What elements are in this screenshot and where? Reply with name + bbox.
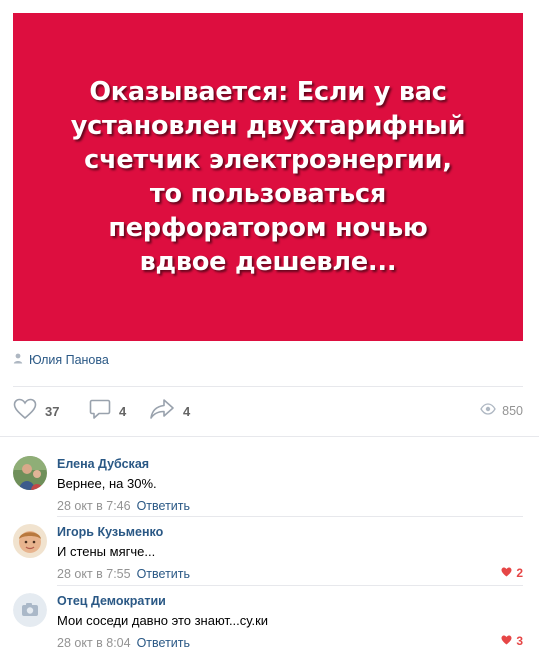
reply-button[interactable]: Ответить — [137, 636, 190, 650]
divider — [57, 585, 523, 586]
post-image-text: Оказывается: Если у вас установлен двухт… — [70, 77, 466, 277]
avatar[interactable] — [13, 593, 47, 627]
divider — [0, 436, 539, 437]
comment-text: Вернее, на 30%. — [57, 476, 157, 491]
share-count: 4 — [183, 403, 191, 419]
comment-item: Елена Дубская Вернее, на 30%. 28 окт в 7… — [13, 456, 523, 514]
eye-icon — [480, 402, 496, 420]
comment-item: Игорь Кузьменко И стены мягче... 28 окт … — [13, 524, 523, 582]
comment-date[interactable]: 28 окт в 7:55 — [57, 567, 131, 581]
comment-author[interactable]: Елена Дубская — [57, 456, 523, 472]
comment-like-button[interactable]: 3 — [501, 632, 523, 650]
heart-outline-icon — [13, 398, 37, 425]
comment-bubble-icon — [89, 398, 111, 425]
avatar[interactable] — [13, 456, 47, 490]
comment-like-count: 3 — [516, 634, 523, 648]
divider — [13, 386, 523, 387]
comment-text: Мои соседи давно это знают...су.ки — [57, 613, 269, 628]
post-author-name[interactable]: Юлия Панова — [29, 353, 109, 367]
comment-date[interactable]: 28 окт в 7:46 — [57, 499, 131, 513]
like-count: 37 — [45, 403, 60, 419]
reply-button[interactable]: Ответить — [137, 567, 190, 581]
comment-date[interactable]: 28 окт в 8:04 — [57, 636, 131, 650]
comment-author[interactable]: Игорь Кузьменко — [57, 524, 523, 540]
post-actions: 37 4 4 850 — [13, 398, 523, 425]
post-image[interactable]: Оказывается: Если у вас установлен двухт… — [13, 13, 523, 341]
avatar[interactable] — [13, 524, 47, 558]
post-author[interactable]: Юлия Панова — [13, 352, 109, 368]
heart-filled-icon — [501, 632, 512, 650]
views-count: 850 — [502, 404, 523, 418]
like-button[interactable]: 37 — [13, 398, 60, 425]
comment-button[interactable]: 4 — [89, 398, 127, 425]
comment-author[interactable]: Отец Демократии — [57, 593, 523, 609]
share-arrow-icon — [149, 398, 175, 425]
divider — [57, 516, 523, 517]
person-icon — [13, 351, 23, 369]
reply-button[interactable]: Ответить — [137, 499, 190, 513]
comment-item: Отец Демократии Мои соседи давно это зна… — [13, 593, 523, 651]
views-counter: 850 — [480, 400, 523, 422]
heart-filled-icon — [501, 564, 512, 582]
comment-text: И стены мягче... — [57, 544, 156, 559]
comment-count: 4 — [119, 403, 127, 419]
comment-like-count: 2 — [516, 566, 523, 580]
comment-like-button[interactable]: 2 — [501, 564, 523, 582]
share-button[interactable]: 4 — [149, 398, 191, 425]
